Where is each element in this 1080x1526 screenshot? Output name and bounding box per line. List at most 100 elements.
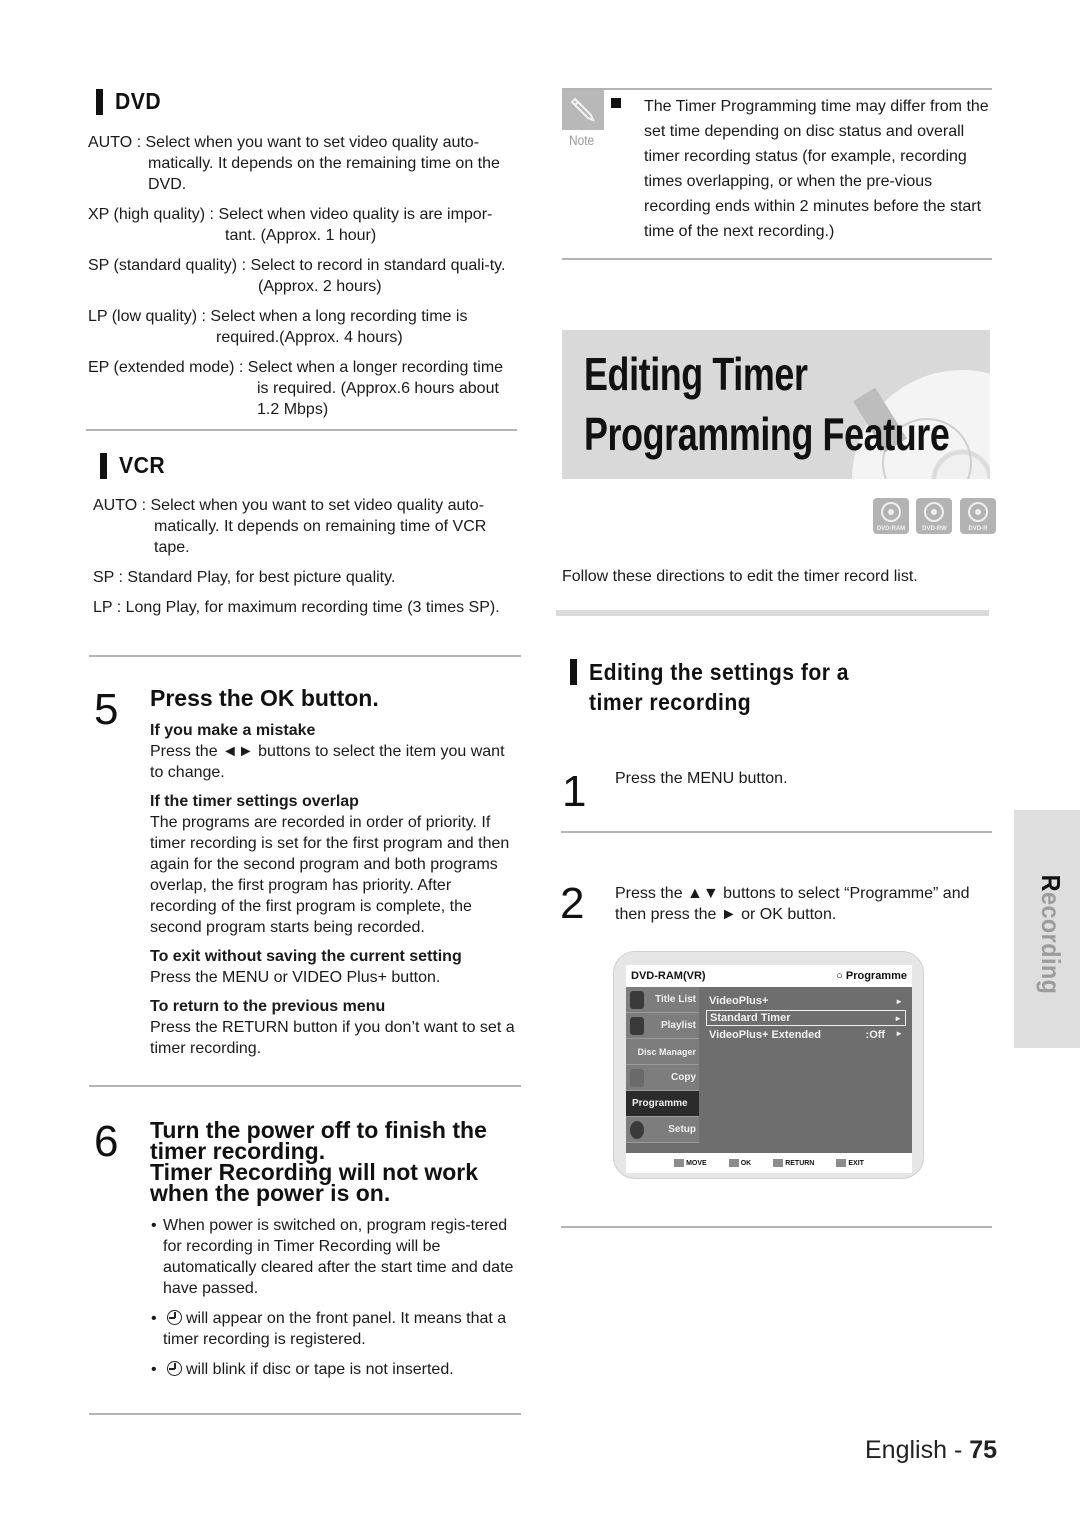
osd-options: VideoPlus+ ► Standard Timer ► VideoPlus+ E… (706, 993, 906, 1044)
sub-text: The programs are recorded in order of pr… (150, 814, 510, 936)
osd-menu-screen: DVD-RAM(VR) ○ Programme Title List Playl… (626, 965, 912, 1173)
def-text: Standard Play, for best picture quality. (127, 569, 396, 586)
osd-key-move: MOVE (674, 1159, 707, 1167)
ok-key-icon (728, 1159, 739, 1167)
osd-side-copy[interactable]: Copy (626, 1065, 699, 1091)
square-bullet-icon (611, 98, 621, 108)
osd-side-title-list[interactable]: Title List (626, 987, 699, 1013)
def-item: SP (standard quality) : Select to record… (88, 255, 516, 297)
badge-label: DVD-RW (922, 526, 947, 532)
osd-disc-type: DVD-RAM(VR) (631, 970, 706, 982)
tab-rest: ecording (1036, 892, 1066, 995)
def-term: XP (high quality) : (88, 206, 219, 223)
osd-side-label: Title List (655, 994, 696, 1005)
key-label: RETURN (785, 1159, 815, 1167)
def-term: EP (extended mode) : (88, 359, 248, 376)
osd-side-playlist[interactable]: Playlist (626, 1013, 699, 1039)
badge-label: DVD-RAM (876, 526, 906, 532)
step-1-number: 1 (562, 767, 587, 816)
osd-side-disc-manager[interactable]: Disc Manager (626, 1039, 699, 1065)
osd-key-return: RETURN (773, 1159, 814, 1167)
osd-side-programme[interactable]: Programme (626, 1091, 699, 1117)
osd-side-label: Playlist (660, 1020, 696, 1031)
osd-header: DVD-RAM(VR) ○ Programme (626, 965, 912, 987)
timer-icon (167, 1361, 182, 1376)
osd-row-label: VideoPlus+ Extended (709, 1029, 821, 1041)
def-text: Select when a longer recording time is r… (247, 359, 504, 418)
arrow-right-icon: ► (894, 1013, 902, 1023)
divider (89, 1085, 521, 1087)
step-6-title: Turn the power off to finish the timer r… (150, 1119, 530, 1205)
dvd-section-header: DVD (96, 88, 165, 115)
osd-side-label: Disc Manager (637, 1047, 696, 1057)
chapter-tab-recording: Recording (1014, 810, 1080, 1048)
osd-side-setup[interactable]: Setup (626, 1117, 699, 1143)
def-item: XP (high quality) : Select when video qu… (88, 204, 516, 246)
def-item: SP : Standard Play, for best picture qua… (93, 567, 518, 588)
osd-row-standard-timer[interactable]: Standard Timer ► (706, 1010, 906, 1026)
key-label: OK (740, 1159, 752, 1167)
bullet-item: will appear on the front panel. It means… (151, 1308, 521, 1350)
dvd-r-badge: DVD-R (959, 498, 996, 534)
timer-icon (167, 1310, 182, 1325)
section-bar (100, 452, 107, 479)
move-key-icon (674, 1159, 685, 1167)
osd-key-exit: EXIT (836, 1159, 864, 1167)
arrow-right-icon: ► (895, 1029, 903, 1038)
disc-icon (881, 502, 901, 522)
step-5-title: Press the OK button. (150, 685, 379, 711)
divider (86, 429, 517, 431)
thick-divider (556, 610, 989, 616)
sub-heading: To exit without saving the current setti… (150, 948, 462, 965)
bullet-item: When power is switched on, program regis… (151, 1215, 521, 1299)
def-text: Select when you want to set video qualit… (145, 134, 500, 193)
bullet-text: will appear on the front panel. It means… (163, 1310, 507, 1348)
vcr-definitions: AUTO : Select when you want to set video… (93, 495, 518, 627)
divider (562, 258, 992, 260)
def-text: Long Play, for maximum recording time (3… (125, 599, 500, 616)
osd-row-label: VideoPlus+ (709, 995, 769, 1007)
step-2-number: 2 (560, 879, 585, 928)
page-title: Editing Timer Programming Feature (584, 344, 950, 464)
def-term: LP : (93, 599, 126, 616)
osd-side-label: Setup (668, 1124, 696, 1135)
osd-sidebar: Title List Playlist Disc Manager Copy Pr… (626, 987, 699, 1143)
osd-row-videoplus-extended[interactable]: VideoPlus+ Extended :Off ► (706, 1027, 906, 1043)
playlist-icon (630, 1017, 644, 1035)
gear-icon (630, 1121, 644, 1139)
exit-key-icon (836, 1159, 847, 1167)
disc-icon (967, 502, 988, 522)
title-list-icon (630, 991, 644, 1009)
step-2-text: Press the ▲▼ buttons to select “Programm… (615, 885, 970, 923)
step-5-sub: To return to the previous menu Press the… (150, 996, 520, 1059)
def-term: LP (low quality) : (88, 308, 211, 325)
osd-row-videoplus[interactable]: VideoPlus+ ► (706, 993, 906, 1009)
divider (89, 1413, 521, 1415)
return-key-icon (773, 1159, 784, 1167)
arrow-right-icon: ► (895, 996, 903, 1006)
bullet-item: will blink if disc or tape is not insert… (151, 1359, 521, 1380)
sub-heading: To return to the previous menu (150, 998, 386, 1015)
def-text: Select when you want to set video qualit… (150, 497, 487, 556)
bullet-text: When power is switched on, program regis… (163, 1217, 514, 1297)
def-term: AUTO : (93, 497, 151, 514)
step-6-bullets: When power is switched on, program regis… (151, 1215, 521, 1389)
key-label: MOVE (686, 1159, 707, 1167)
def-term: SP : (93, 569, 128, 586)
osd-row-value: :Off (865, 1029, 886, 1041)
step-5-details: If you make a mistake Press the ◄► butto… (150, 720, 520, 1059)
badge-label: DVD-R (968, 526, 988, 532)
note-label: Note (569, 132, 595, 148)
sub-heading: If you make a mistake (150, 722, 316, 739)
editing-section-header: Editing the settings for a timer recordi… (570, 657, 929, 717)
divider (562, 88, 992, 90)
dvd-ram-badge: DVD-RAM (873, 498, 909, 534)
editing-section-title: Editing the settings for a timer recordi… (589, 659, 850, 715)
dvd-rw-badge: DVD-RW (916, 498, 953, 534)
osd-row-label: Standard Timer (710, 1012, 791, 1024)
note-text: The Timer Programming time may differ fr… (644, 98, 989, 240)
divider (89, 655, 521, 657)
divider (561, 831, 992, 833)
vcr-section-header: VCR (100, 452, 169, 479)
page-number: 75 (969, 1436, 998, 1464)
